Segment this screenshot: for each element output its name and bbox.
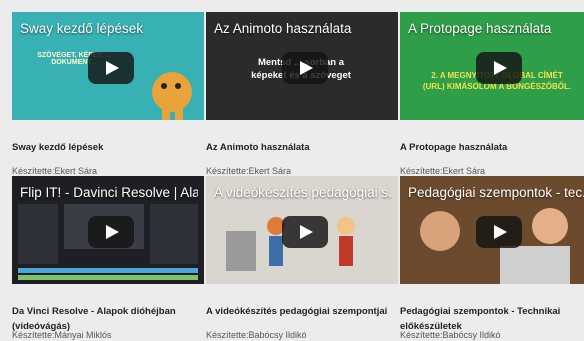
video-thumbnail[interactable]: Flip IT! - Davinci Resolve | Ala... — [12, 176, 204, 284]
play-icon[interactable] — [88, 216, 134, 248]
video-author: Készítette:Mányai Miklós — [12, 330, 112, 340]
play-icon[interactable] — [282, 216, 328, 248]
video-thumbnail[interactable]: Pedagógiai szempontok - tec... — [400, 176, 584, 284]
thumbnail-title: Sway kezdő lépések — [20, 21, 144, 36]
video-title[interactable]: A videókészítés pedagógiai szempontjai — [206, 304, 396, 319]
video-author: Készítette:Ekert Sára — [400, 166, 486, 176]
play-icon[interactable] — [282, 52, 328, 84]
video-author: Készítette:Babócsy Ildikó — [400, 330, 501, 340]
video-thumbnail[interactable]: A videókészítés pedagógiai s... — [206, 176, 398, 284]
video-author: Készítette:Ekert Sára — [12, 166, 98, 176]
thumbnail-title: Pedagógiai szempontok - tec... — [408, 185, 584, 200]
thumbnail-title: A Protopage használata — [408, 21, 552, 36]
video-title[interactable]: Sway kezdő lépések — [12, 140, 202, 155]
play-icon[interactable] — [476, 52, 522, 84]
play-icon[interactable] — [88, 52, 134, 84]
play-icon[interactable] — [476, 216, 522, 248]
video-thumbnail[interactable]: Sway kezdő lépések SZÖVEGET, KÉPET, ... … — [12, 12, 204, 120]
video-title[interactable]: A Protopage használata — [400, 140, 584, 155]
thumbnail-title: Az Animoto használata — [214, 21, 352, 36]
video-thumbnail[interactable]: Az Animoto használata Mentsd ... sorban … — [206, 12, 398, 120]
video-author: Készítette:Ekert Sára — [206, 166, 292, 176]
thumbnail-title: Flip IT! - Davinci Resolve | Ala... — [20, 185, 198, 200]
video-grid: Sway kezdő lépések SZÖVEGET, KÉPET, ... … — [0, 0, 584, 341]
video-author: Készítette:Babócsy Ildikó — [206, 330, 307, 340]
thumbnail-title: A videókészítés pedagógiai s... — [214, 185, 392, 200]
video-title[interactable]: Az Animoto használata — [206, 140, 396, 155]
video-thumbnail[interactable]: A Protopage használata 2. A MEGNYITOTT G… — [400, 12, 584, 120]
